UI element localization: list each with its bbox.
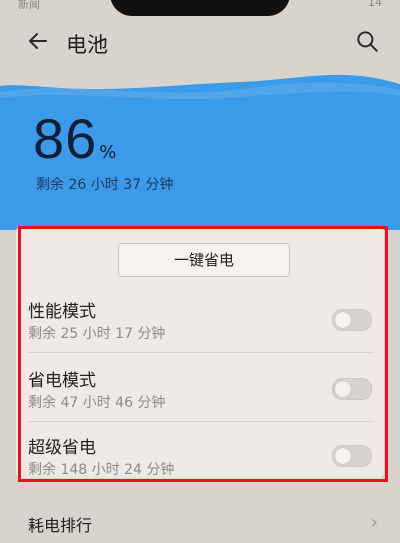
performance-mode-toggle[interactable] [332, 309, 372, 331]
mode-name: 省电模式 [28, 371, 96, 391]
status-left-text: 新闻 [18, 0, 40, 11]
battery-percentage: 86% [33, 106, 116, 171]
app-header: 电池 [0, 20, 400, 62]
toggle-knob [335, 448, 351, 464]
toggle-knob [335, 381, 351, 397]
mode-name: 性能模式 [28, 302, 96, 322]
camera-notch [110, 0, 290, 16]
mode-name: 超级省电 [28, 438, 96, 458]
chevron-right-icon[interactable]: › [371, 512, 378, 533]
status-right-text: 14 [368, 0, 382, 9]
mode-remaining: 剩余 148 小时 24 分钟 [28, 462, 175, 478]
ultra-saving-mode-toggle[interactable] [332, 445, 372, 467]
toggle-knob [335, 312, 351, 328]
search-icon[interactable] [354, 28, 380, 54]
page-title: 电池 [66, 33, 108, 57]
power-saving-mode-toggle[interactable] [332, 378, 372, 400]
mode-remaining: 剩余 47 小时 46 分钟 [28, 395, 166, 411]
battery-percent-value: 86 [33, 107, 98, 170]
divider [28, 421, 374, 422]
mode-remaining: 剩余 25 小时 17 分钟 [28, 326, 166, 342]
one-key-save-button[interactable]: 一键省电 [118, 243, 290, 277]
arrow-left-icon[interactable] [26, 29, 50, 53]
power-consumption-ranking[interactable]: 耗电排行 [28, 512, 92, 536]
battery-panel: 86% 剩余 26 小时 37 分钟 [0, 62, 400, 230]
percent-symbol: % [99, 142, 117, 163]
status-bar: 新闻 14 [0, 0, 400, 20]
divider [28, 352, 374, 353]
battery-remaining: 剩余 26 小时 37 分钟 [36, 177, 174, 193]
